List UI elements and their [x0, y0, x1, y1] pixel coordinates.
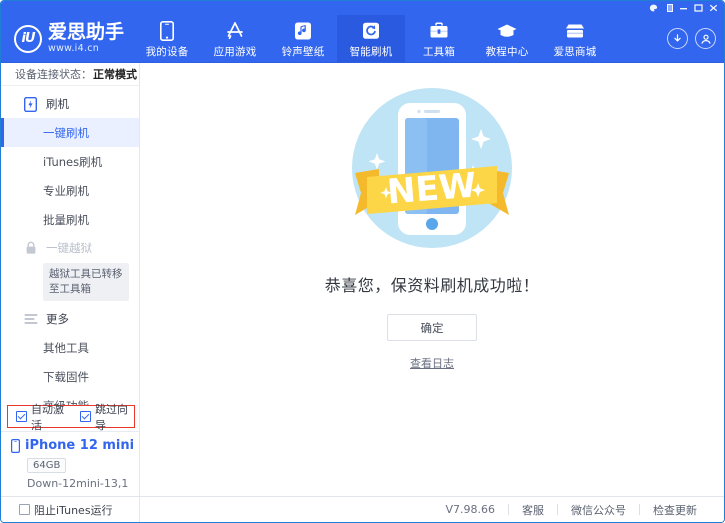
- sidebar-item-download-firmware[interactable]: 下载固件: [1, 362, 139, 391]
- brand-mark-icon: iU: [14, 25, 42, 53]
- nav-label: 铃声壁纸: [282, 44, 325, 59]
- lock-icon: [23, 241, 38, 256]
- sidebar-item-itunes-flash[interactable]: iTunes刷机: [1, 147, 139, 176]
- checkbox-label: 跳过向导: [95, 401, 134, 433]
- connection-status-label: 设备连接状态：: [15, 66, 92, 82]
- sidebar-item-label: 其他工具: [43, 340, 89, 356]
- main-nav: 我的设备 应用游戏 铃声壁纸 智能刷机: [133, 15, 609, 62]
- maximize-icon[interactable]: [692, 3, 705, 14]
- nav-item-apps-games[interactable]: 应用游戏: [201, 15, 269, 62]
- status-bar-left: 阻止iTunes运行: [1, 497, 140, 522]
- checkbox-label: 自动激活: [31, 401, 70, 433]
- sidebar-group-label: 刷机: [46, 96, 69, 112]
- checkbox-box[interactable]: [16, 411, 27, 422]
- checkbox-box[interactable]: [19, 504, 30, 515]
- download-icon[interactable]: [667, 28, 688, 49]
- checkbox-skip-wizard[interactable]: 跳过向导: [80, 401, 134, 433]
- nav-label: 工具箱: [423, 44, 455, 59]
- nav-label: 爱思商城: [554, 44, 597, 59]
- status-bar: 阻止iTunes运行 V7.98.66 客服 微信公众号 检查更新: [1, 496, 724, 522]
- flash-options-highlight: 自动激活 跳过向导: [7, 405, 135, 428]
- brand-logo: iU 爱思助手 www.i4.cn: [1, 15, 133, 62]
- status-bar-right: V7.98.66 客服 微信公众号 检查更新: [140, 502, 724, 518]
- list-icon: [23, 312, 38, 327]
- close-icon[interactable]: [707, 3, 720, 14]
- checkbox-box[interactable]: [80, 411, 91, 422]
- checkbox-label: 阻止iTunes运行: [34, 502, 113, 518]
- nav-item-store[interactable]: 爱思商城: [541, 15, 609, 62]
- brand-name: 爱思助手: [48, 23, 124, 42]
- device-name-row: iPhone 12 mini: [11, 438, 139, 453]
- sidebar-group-label: 一键越狱: [46, 240, 92, 256]
- sidebar-item-label: 下载固件: [43, 369, 89, 385]
- sidebar-item-label: 一键刷机: [43, 125, 89, 141]
- device-identifier: Down-12mini-13,1: [27, 477, 139, 490]
- status-link-check-update[interactable]: 检查更新: [640, 502, 710, 518]
- device-capacity-badge: 64GB: [27, 458, 66, 473]
- view-log-link[interactable]: 查看日志: [410, 355, 454, 371]
- nav-label: 智能刷机: [350, 44, 393, 59]
- phone-small-icon: [11, 439, 20, 453]
- sidebar-group-jailbreak: 一键越狱: [1, 234, 139, 262]
- graduation-cap-icon: [496, 20, 518, 41]
- phone-icon: [160, 20, 174, 41]
- sidebar-group-flash[interactable]: 刷机: [1, 90, 139, 118]
- menu-icon[interactable]: [662, 3, 675, 14]
- confirm-button[interactable]: 确定: [387, 314, 477, 341]
- sidebar-item-batch-flash[interactable]: 批量刷机: [1, 205, 139, 234]
- app-body: 设备连接状态：正常模式 刷机 一键刷机 iTunes刷机 专业刷机: [1, 62, 724, 496]
- status-link-wechat[interactable]: 微信公众号: [558, 502, 639, 518]
- sidebar-menu: 刷机 一键刷机 iTunes刷机 专业刷机 批量刷机: [1, 86, 139, 405]
- app-header: iU 爱思助手 www.i4.cn 我的设备 应用游戏: [1, 15, 724, 62]
- checkbox-auto-activate[interactable]: 自动激活: [16, 401, 70, 433]
- new-badge-phone-illustration: NEW: [345, 81, 520, 256]
- connection-status-value: 正常模式: [93, 66, 137, 82]
- sidebar-item-other-tools[interactable]: 其他工具: [1, 333, 139, 362]
- nav-label: 应用游戏: [214, 44, 257, 59]
- brand-url: www.i4.cn: [48, 44, 124, 54]
- main-content: NEW 恭喜您，保资料刷机成功啦！ 确定 查看日志: [140, 63, 724, 496]
- success-message: 恭喜您，保资料刷机成功啦！: [325, 272, 540, 296]
- nav-item-my-device[interactable]: 我的设备: [133, 15, 201, 62]
- header-actions: [667, 15, 716, 62]
- checkbox-block-itunes[interactable]: 阻止iTunes运行: [19, 502, 113, 518]
- skin-icon[interactable]: [647, 3, 660, 14]
- nav-item-toolbox[interactable]: 工具箱: [405, 15, 473, 62]
- sidebar-item-label: iTunes刷机: [43, 154, 102, 170]
- app-version: V7.98.66: [432, 503, 508, 516]
- device-flash-icon: [23, 97, 38, 112]
- nav-item-tutorials[interactable]: 教程中心: [473, 15, 541, 62]
- toolbox-icon: [429, 20, 449, 41]
- nav-item-ringtones-wallpapers[interactable]: 铃声壁纸: [269, 15, 337, 62]
- app-window: iU 爱思助手 www.i4.cn 我的设备 应用游戏: [0, 0, 725, 523]
- nav-label: 我的设备: [146, 44, 189, 59]
- nav-label: 教程中心: [486, 44, 529, 59]
- user-account-icon[interactable]: [695, 28, 716, 49]
- connection-status: 设备连接状态：正常模式: [1, 63, 139, 86]
- sidebar-item-label: 高级功能: [43, 398, 89, 406]
- music-icon: [294, 20, 312, 41]
- sidebar-item-label: 专业刷机: [43, 183, 89, 199]
- appstore-icon: [224, 20, 246, 41]
- illustration-text: NEW: [385, 166, 477, 213]
- sidebar-item-label: 批量刷机: [43, 212, 89, 228]
- sidebar-group-label: 更多: [46, 311, 69, 327]
- sidebar-item-advanced[interactable]: 高级功能: [1, 391, 139, 405]
- device-card[interactable]: iPhone 12 mini 64GB Down-12mini-13,1: [1, 431, 139, 496]
- title-bar: [1, 1, 724, 15]
- sidebar-group-more[interactable]: 更多: [1, 305, 139, 333]
- device-name: iPhone 12 mini: [25, 438, 134, 453]
- refresh-icon: [362, 20, 380, 41]
- brand-mark-text: iU: [21, 31, 34, 46]
- sidebar: 设备连接状态：正常模式 刷机 一键刷机 iTunes刷机 专业刷机: [1, 63, 140, 496]
- status-link-support[interactable]: 客服: [509, 502, 557, 518]
- nav-item-smart-flash[interactable]: 智能刷机: [337, 15, 405, 62]
- sidebar-item-pro-flash[interactable]: 专业刷机: [1, 176, 139, 205]
- jailbreak-tooltip: 越狱工具已转移至工具箱: [43, 263, 129, 301]
- sidebar-item-one-click-flash[interactable]: 一键刷机: [1, 118, 139, 147]
- minimize-icon[interactable]: [677, 3, 690, 14]
- shop-icon: [564, 20, 586, 41]
